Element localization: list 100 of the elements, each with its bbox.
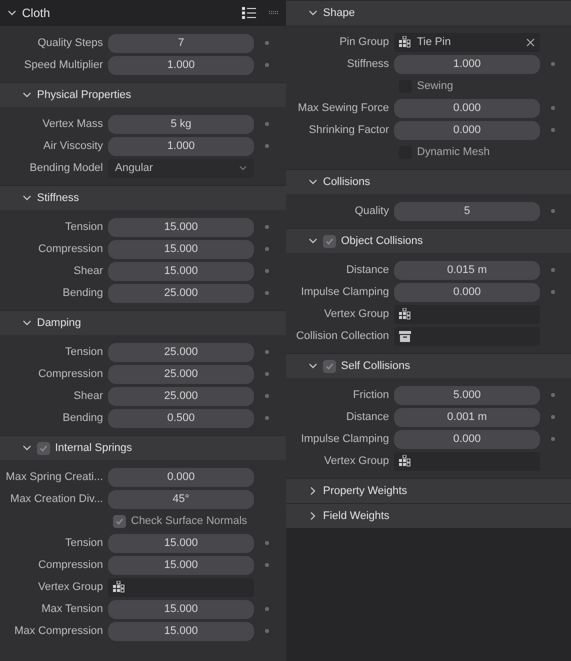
chevron-down-icon[interactable] [7,8,17,18]
property-label: Quality Steps [36,36,104,51]
list-icon[interactable] [242,7,256,19]
checkbox-option[interactable]: Sewing [399,78,454,94]
property-label: Impulse Clamping [300,432,390,447]
property-label: Vertex Group [323,306,390,322]
section-title: Property Weights [323,484,408,499]
number-field[interactable]: 5 [394,202,540,220]
number-field[interactable]: 15.000 [108,240,254,258]
number-field[interactable]: 0.000 [394,282,540,302]
property-label: Compression [37,242,104,257]
number-field[interactable]: 0.000 [394,430,540,448]
checkbox-option[interactable]: Dynamic Mesh [399,144,490,160]
dropdown[interactable]: Angular [108,158,254,178]
checkbox[interactable] [113,514,126,528]
panel-title: Cloth [22,5,52,22]
number-field[interactable]: 45° [108,490,254,508]
property-label: Vertex Group [37,580,104,595]
subpanel-header[interactable]: Property Weights [286,478,571,503]
subpanel-header[interactable]: Field Weights [286,503,571,528]
number-field[interactable]: 0.015 m [394,260,540,280]
number-field[interactable]: 1.000 [394,54,540,74]
property-label: Max Sewing Force [296,100,390,116]
number-field[interactable]: 25.000 [108,364,254,384]
subpanel-header[interactable]: Physical Properties [0,82,286,107]
chevron-down-icon[interactable] [22,443,32,453]
subpanel-header[interactable]: Shape [286,0,571,25]
collection-field[interactable] [394,326,540,346]
section-title: Internal Springs [55,440,132,456]
property-label: Vertex Group [323,454,390,469]
number-field[interactable]: 25.000 [108,284,254,302]
chevron-right-icon[interactable] [308,511,318,521]
property-label: Speed Multiplier [23,58,104,73]
number-field[interactable]: 15.000 [108,600,254,618]
vertex-group-field[interactable] [108,578,254,596]
number-field[interactable]: 0.000 [394,98,540,118]
checkbox-option[interactable]: Check Surface Normals [113,512,248,530]
property-label: Vertex Mass [41,116,104,132]
number-field[interactable]: 0.001 m [394,408,540,426]
property-label: Shear [72,388,104,404]
number-field[interactable]: 1.000 [108,56,254,74]
section-title: Object Collisions [341,234,423,249]
chevron-right-icon[interactable] [308,486,318,496]
number-field[interactable]: 15.000 [108,622,254,640]
property-label: Max Compression [13,624,104,639]
number-field[interactable]: 1.000 [108,136,254,156]
subpanel-header[interactable]: Collisions [286,169,571,194]
section-title: Stiffness [37,190,79,206]
chevron-down-icon[interactable] [22,193,32,203]
number-field[interactable]: 25.000 [108,342,254,362]
property-label: Air Viscosity [42,138,104,154]
property-label: Shear [72,264,104,279]
section-checkbox[interactable] [323,234,336,248]
chevron-down-icon[interactable] [308,177,318,187]
property-label: Tension [64,220,104,235]
chevron-down-icon[interactable] [308,236,318,246]
section-title: Field Weights [323,508,390,524]
section-checkbox[interactable] [323,360,336,372]
property-label: Tension [64,344,104,360]
number-field[interactable]: 5 kg [108,114,254,134]
close-icon[interactable] [526,38,535,46]
property-label: Distance [345,410,390,425]
check-icon [325,362,334,370]
number-field[interactable]: 0.500 [108,408,254,428]
chevron-down-icon[interactable] [308,361,318,371]
number-field[interactable]: 0.000 [108,468,254,486]
number-field[interactable]: 7 [108,34,254,52]
property-label: Bending Model [28,160,104,176]
property-label: Max Creation Div... [9,492,104,507]
property-label: Compression [37,366,104,382]
subpanel-header[interactable]: Stiffness [0,185,286,210]
subpanel-header[interactable]: Object Collisions [286,228,571,253]
property-label: Stiffness [346,56,390,72]
section-title: Self Collisions [341,358,410,374]
chevron-down-icon[interactable] [22,90,32,100]
number-field[interactable]: 15.000 [108,218,254,236]
property-label: Quality [354,204,390,219]
subpanel-header[interactable]: Internal Springs [0,435,286,460]
number-field[interactable]: 15.000 [108,556,254,574]
chevron-down-icon [239,164,247,172]
number-field[interactable]: 25.000 [108,386,254,406]
vertex-group-field[interactable] [394,452,540,470]
chevron-down-icon[interactable] [308,8,318,18]
vertex-group-icon [399,455,411,467]
property-label: Bending [62,286,104,301]
number-field[interactable]: 5.000 [394,386,540,404]
vertex-group-field[interactable] [394,304,540,324]
section-checkbox[interactable] [37,442,50,454]
vertex-group-field[interactable]: Tie Pin [394,32,540,52]
subpanel-header[interactable]: Self Collisions [286,353,571,378]
check-icon [39,444,48,452]
check-icon [325,236,334,246]
number-field[interactable]: 15.000 [108,262,254,280]
chevron-down-icon[interactable] [22,318,32,328]
subpanel-header[interactable]: Damping [0,310,286,335]
number-field[interactable]: 15.000 [108,534,254,552]
number-field[interactable]: 0.000 [394,120,540,140]
panel-header[interactable]: Cloth [0,0,286,26]
property-label: Impulse Clamping [300,284,390,300]
property-label: Distance [345,262,390,278]
